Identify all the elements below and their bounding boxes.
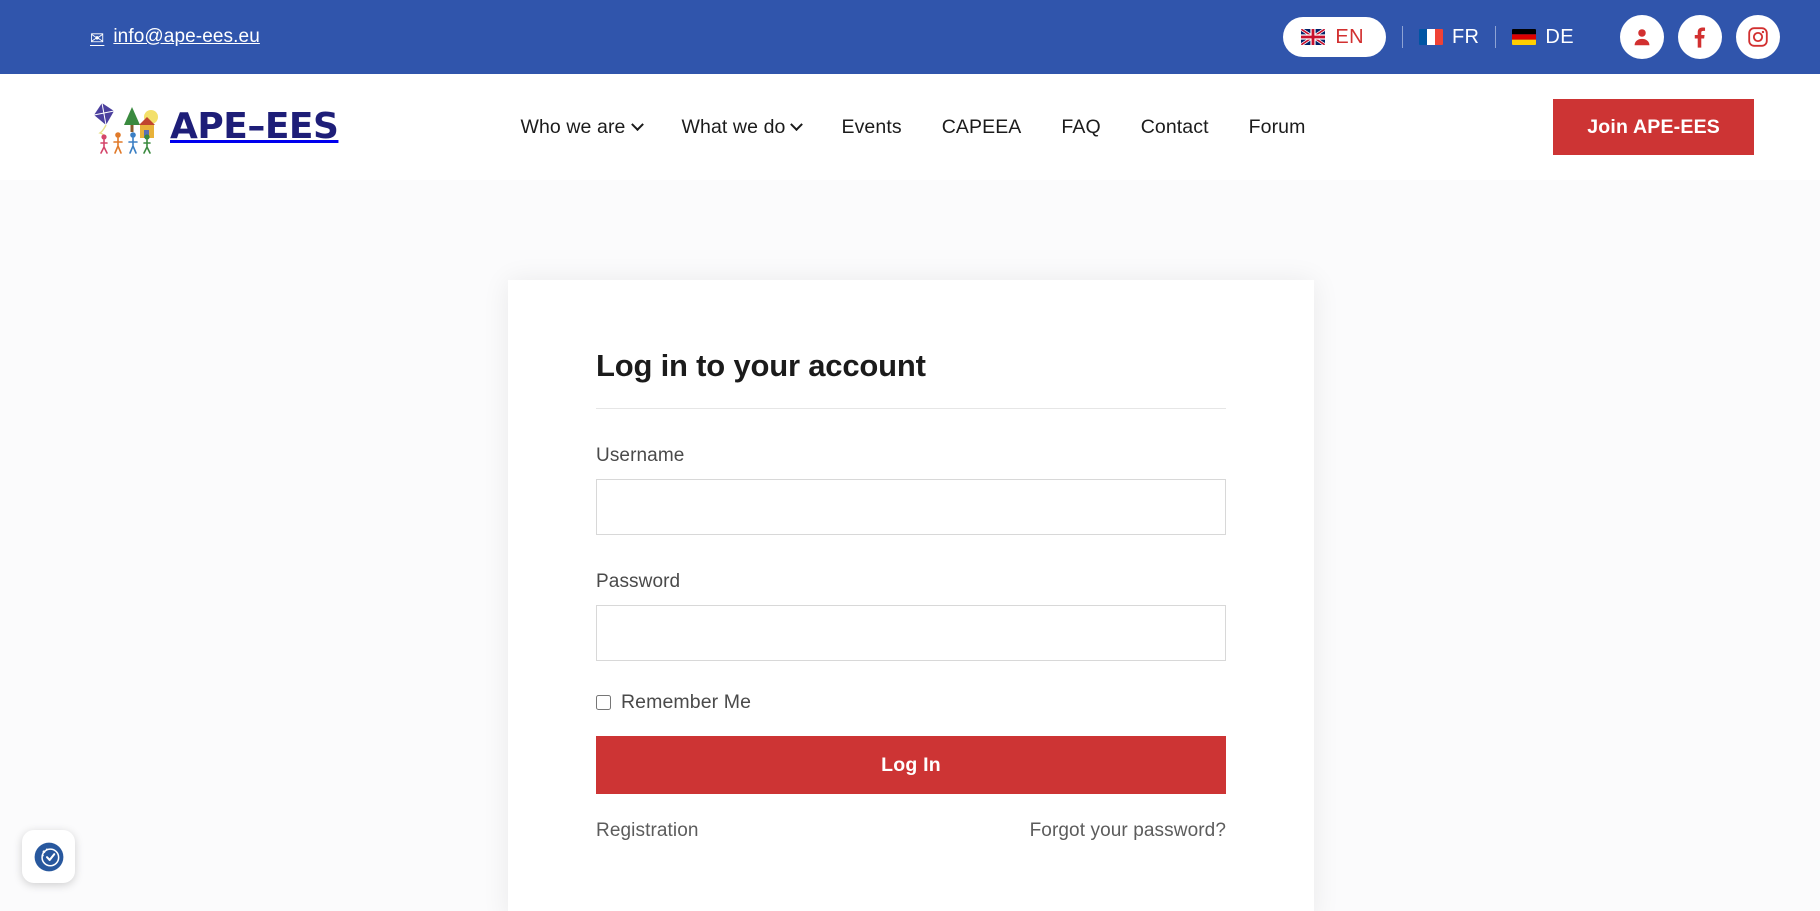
- nav-item-forum[interactable]: Forum: [1229, 116, 1326, 139]
- contact-email-link[interactable]: ✉ info@ape-ees.eu: [90, 26, 260, 48]
- nav-item-events[interactable]: Events: [821, 116, 921, 139]
- nav-label-capeea: CAPEEA: [941, 115, 1022, 138]
- nav-item-faq[interactable]: FAQ: [1041, 116, 1120, 139]
- nav-label-faq: FAQ: [1061, 115, 1101, 138]
- accessibility-cookie-icon: [34, 842, 63, 871]
- flag-germany-icon: [1512, 29, 1537, 45]
- logo-link[interactable]: APE–EES: [88, 99, 339, 155]
- language-code-fr: FR: [1451, 25, 1480, 48]
- logo-illustration-icon: [88, 99, 164, 155]
- username-label: Username: [596, 445, 685, 466]
- password-label: Password: [596, 571, 681, 592]
- logo-text: APE–EES: [170, 106, 339, 147]
- instagram-icon-button[interactable]: [1736, 15, 1780, 59]
- login-card: Log in to your account Username Password…: [508, 280, 1314, 911]
- site-header: APE–EES Who we are What we do Events CAP…: [0, 74, 1820, 180]
- nav-item-who-we-are[interactable]: Who we are: [500, 116, 661, 139]
- login-title: Log in to your account: [596, 348, 1226, 409]
- registration-link[interactable]: Registration: [596, 820, 699, 842]
- language-option-en[interactable]: EN: [1283, 17, 1386, 57]
- log-in-button[interactable]: Log In: [596, 736, 1226, 794]
- language-option-fr[interactable]: FR: [1418, 25, 1480, 49]
- nav-label-what-we-do: What we do: [681, 115, 786, 138]
- contact-email-text: info@ape-ees.eu: [113, 26, 260, 47]
- facebook-icon: [1694, 27, 1706, 48]
- nav-item-contact[interactable]: Contact: [1121, 116, 1229, 139]
- nav-label-who-we-are: Who we are: [520, 115, 626, 138]
- language-code-en: EN: [1335, 25, 1364, 48]
- main-navigation: Who we are What we do Events CAPEEA FAQ …: [500, 116, 1325, 139]
- account-icon-button[interactable]: [1620, 15, 1664, 59]
- social-links: [1620, 15, 1780, 59]
- main-content: Log in to your account Username Password…: [0, 180, 1820, 911]
- flag-france-icon: [1418, 29, 1443, 45]
- account-icon: [1634, 29, 1650, 46]
- chevron-down-icon: [790, 117, 804, 131]
- instagram-icon: [1748, 27, 1768, 47]
- username-input[interactable]: [596, 479, 1226, 535]
- nav-label-forum: Forum: [1248, 115, 1306, 138]
- nav-item-what-we-do[interactable]: What we do: [662, 116, 822, 139]
- remember-me-label[interactable]: Remember Me: [621, 691, 751, 714]
- language-divider-2: [1495, 26, 1497, 48]
- language-option-de[interactable]: DE: [1512, 26, 1574, 49]
- flag-uk-icon: [1301, 29, 1326, 45]
- top-bar: ✉ info@ape-ees.eu EN FR DE: [0, 0, 1820, 74]
- nav-label-events: Events: [841, 115, 902, 138]
- language-code-de: DE: [1545, 25, 1574, 48]
- facebook-icon-button[interactable]: [1678, 15, 1722, 59]
- forgot-password-link[interactable]: Forgot your password?: [1030, 820, 1226, 842]
- accessibility-widget-button[interactable]: [22, 830, 75, 883]
- language-divider-1: [1401, 26, 1403, 48]
- envelope-icon: ✉: [90, 28, 105, 48]
- language-switcher: EN FR DE: [1283, 17, 1574, 57]
- join-ape-ees-button[interactable]: Join APE-EES: [1553, 99, 1754, 155]
- chevron-down-icon: [630, 117, 644, 131]
- nav-item-capeea[interactable]: CAPEEA: [922, 116, 1042, 139]
- remember-me-row: Remember Me: [596, 691, 1226, 714]
- nav-label-contact: Contact: [1140, 115, 1209, 138]
- password-input[interactable]: [596, 605, 1226, 661]
- top-bar-right: EN FR DE: [1283, 15, 1780, 59]
- login-card-links: Registration Forgot your password?: [596, 820, 1226, 842]
- remember-me-checkbox[interactable]: [596, 695, 611, 710]
